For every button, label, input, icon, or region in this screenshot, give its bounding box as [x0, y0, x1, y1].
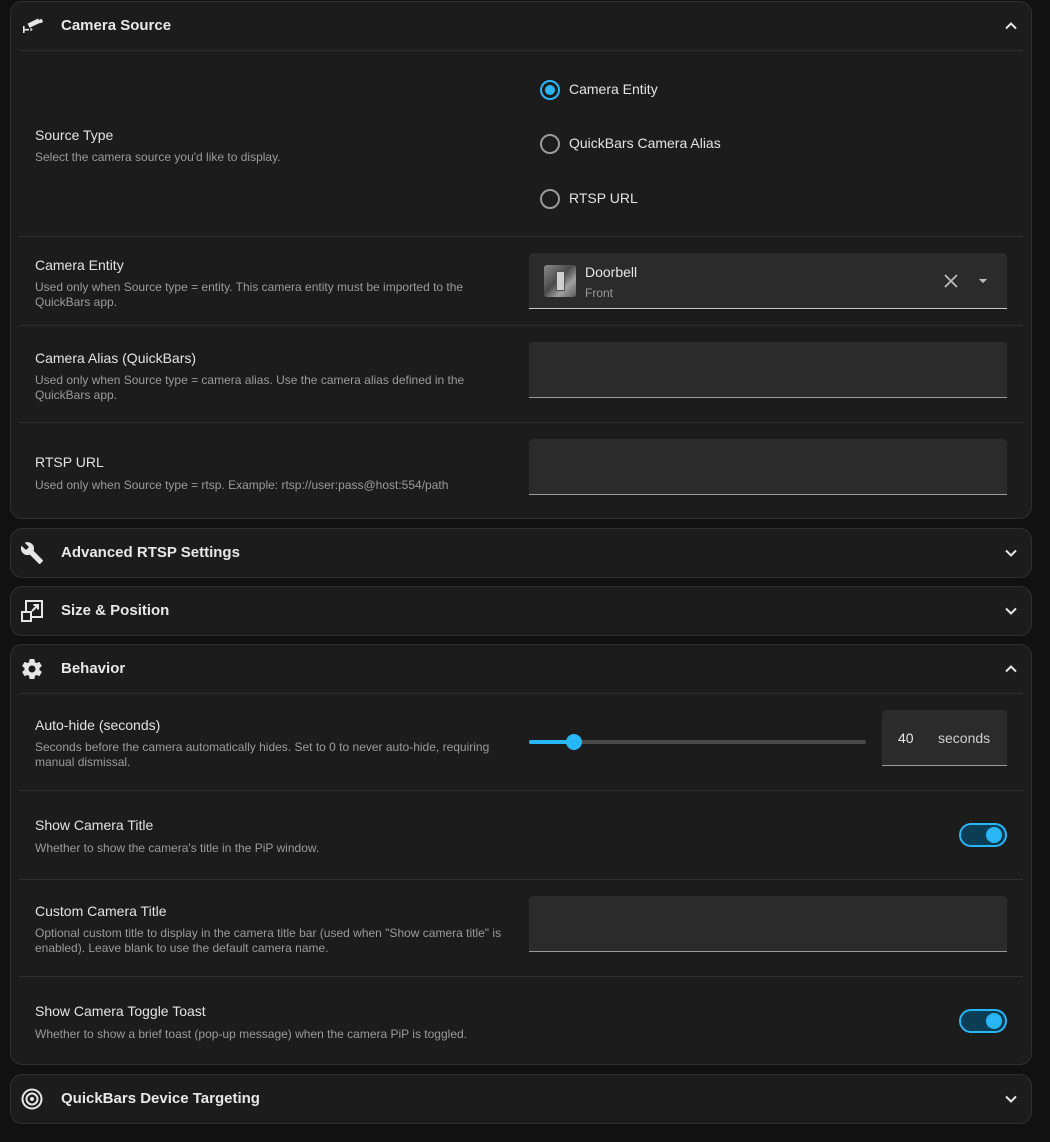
camera-alias-label: Camera Alias (QuickBars)	[35, 350, 197, 366]
show-title-toggle[interactable]	[959, 823, 1007, 847]
divider	[19, 790, 1023, 791]
dropdown-arrow-icon[interactable]	[978, 279, 988, 284]
divider	[19, 976, 1023, 977]
clear-icon[interactable]	[943, 273, 959, 289]
radio-camera-entity-label: Camera Entity	[569, 81, 658, 97]
radio-rtsp-url-label: RTSP URL	[569, 190, 638, 206]
slider-thumb[interactable]	[566, 734, 582, 750]
radio-button[interactable]	[540, 189, 560, 209]
camera-entity-name: Doorbell	[585, 264, 638, 280]
behavior-panel: Behavior Auto-hide (seconds) Seconds bef…	[10, 644, 1032, 1065]
divider	[19, 50, 1023, 51]
camera-entity-area: Front	[585, 286, 614, 300]
show-title-label: Show Camera Title	[35, 817, 154, 833]
camera-entity-description: Used only when Source type = entity. Thi…	[35, 280, 464, 309]
toggle-toast-label: Show Camera Toggle Toast	[35, 1003, 206, 1019]
source-type-description: Select the camera source you'd like to d…	[35, 150, 281, 164]
radio-button-selected[interactable]	[540, 80, 560, 100]
divider	[19, 325, 1023, 326]
camera-entity-label: Camera Entity	[35, 257, 124, 273]
auto-hide-unit: seconds	[938, 730, 991, 746]
custom-title-description: Optional custom title to display in the …	[35, 926, 502, 955]
advanced-rtsp-title: Advanced RTSP Settings	[61, 544, 240, 561]
rtsp-url-input[interactable]	[529, 439, 1007, 495]
auto-hide-label: Auto-hide (seconds)	[35, 717, 161, 733]
camera-source-header[interactable]: Camera Source	[11, 2, 1031, 50]
camera-source-panel: Camera Source Source Type Select the cam…	[10, 1, 1032, 519]
auto-hide-number-input[interactable]: 40 seconds	[882, 710, 1007, 766]
auto-hide-description: Seconds before the camera automatically …	[35, 740, 490, 769]
chevron-down-icon[interactable]	[1003, 1091, 1019, 1107]
device-targeting-title: QuickBars Device Targeting	[61, 1090, 260, 1107]
show-title-description: Whether to show the camera's title in th…	[35, 841, 320, 855]
radio-button[interactable]	[540, 134, 560, 154]
chevron-up-icon[interactable]	[1003, 18, 1019, 34]
wrench-icon	[20, 542, 43, 564]
rtsp-url-description: Used only when Source type = rtsp. Examp…	[35, 478, 449, 492]
divider	[19, 236, 1023, 237]
auto-hide-slider[interactable]	[529, 734, 866, 750]
auto-hide-value: 40	[898, 730, 914, 746]
toggle-toast-description: Whether to show a brief toast (pop-up me…	[35, 1027, 468, 1041]
camera-source-title: Camera Source	[61, 17, 172, 34]
camera-thumbnail	[544, 265, 576, 297]
device-targeting-panel[interactable]: QuickBars Device Targeting	[10, 1074, 1032, 1124]
device-targeting-header[interactable]: QuickBars Device Targeting	[11, 1075, 1031, 1123]
divider	[19, 422, 1023, 423]
behavior-header[interactable]: Behavior	[11, 645, 1031, 693]
chevron-down-icon[interactable]	[1003, 603, 1019, 619]
source-type-label: Source Type	[35, 127, 114, 143]
toggle-knob	[986, 1013, 1002, 1029]
advanced-rtsp-header[interactable]: Advanced RTSP Settings	[11, 529, 1031, 577]
divider	[19, 879, 1023, 880]
divider	[19, 693, 1023, 694]
advanced-rtsp-panel[interactable]: Advanced RTSP Settings	[10, 528, 1032, 578]
resize-icon	[21, 600, 43, 622]
size-position-title: Size & Position	[61, 602, 170, 619]
radio-camera-alias-label: QuickBars Camera Alias	[569, 135, 721, 151]
camera-alias-description: Used only when Source type = camera alia…	[35, 373, 465, 402]
chevron-down-icon[interactable]	[1003, 545, 1019, 561]
camera-alias-input[interactable]	[529, 342, 1007, 398]
chevron-up-icon[interactable]	[1003, 661, 1019, 677]
custom-title-label: Custom Camera Title	[35, 903, 167, 919]
cctv-camera-icon	[23, 18, 44, 33]
target-icon	[21, 1088, 43, 1110]
gear-icon	[22, 659, 42, 679]
behavior-title: Behavior	[61, 660, 126, 677]
size-position-panel[interactable]: Size & Position	[10, 586, 1032, 636]
rtsp-url-label: RTSP URL	[35, 454, 104, 470]
camera-entity-select[interactable]: Doorbell Front	[529, 253, 1007, 309]
toggle-toast-toggle[interactable]	[959, 1009, 1007, 1033]
toggle-knob	[986, 827, 1002, 843]
size-position-header[interactable]: Size & Position	[11, 587, 1031, 635]
custom-title-input[interactable]	[529, 896, 1007, 952]
